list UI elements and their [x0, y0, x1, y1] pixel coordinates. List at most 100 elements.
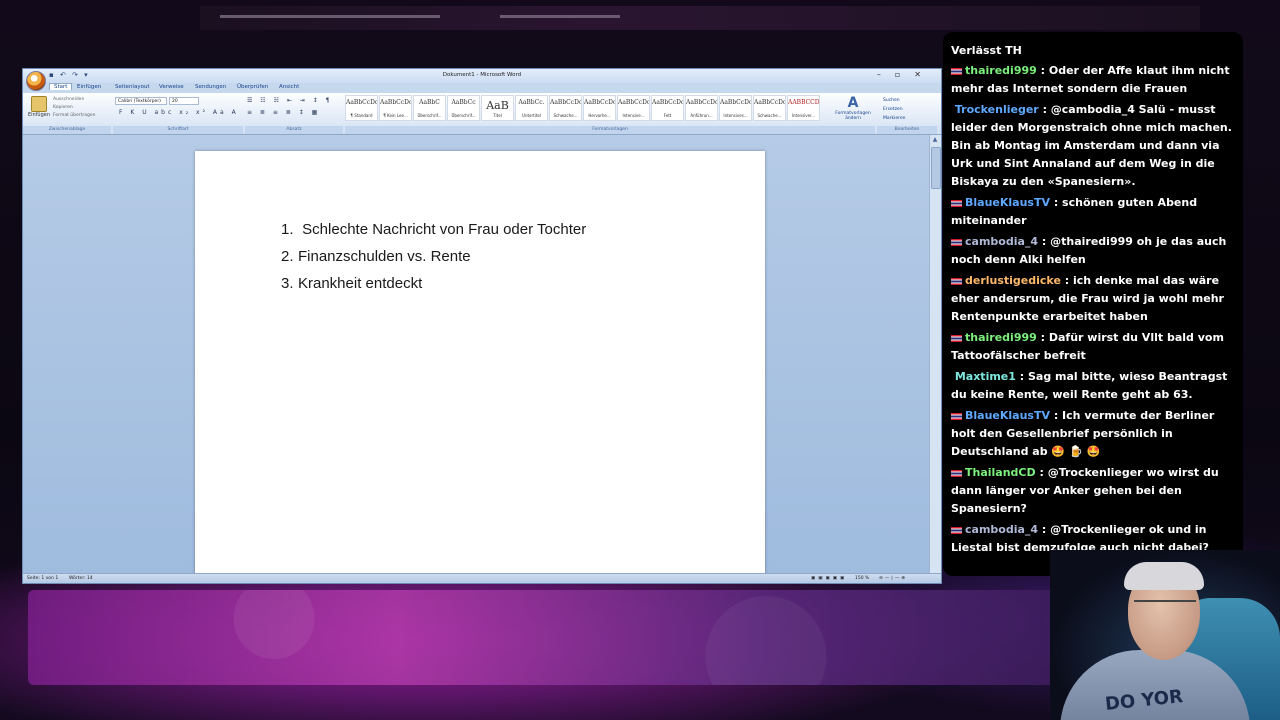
style-name: Überschrif... [451, 113, 476, 118]
tab-ueberpruefen[interactable]: Überprüfen [237, 84, 268, 90]
thai-flag-icon [951, 277, 962, 285]
chat-username[interactable]: BlaueKlausTV [965, 196, 1050, 209]
tab-ansicht[interactable]: Ansicht [279, 84, 299, 90]
chat-username[interactable]: cambodia_4 [965, 235, 1038, 248]
style-tile[interactable]: AaB Titel [481, 95, 514, 121]
chat-message: Maxtime1 : Sag mal bitte, wieso Beantrag… [951, 368, 1235, 404]
zoom-slider[interactable]: ⊖—|—⊕ [879, 574, 907, 583]
thai-flag-icon [951, 412, 962, 420]
zoom-level[interactable]: 150 % [855, 574, 869, 583]
style-name: Überschrif... [417, 113, 442, 118]
vertical-scrollbar[interactable]: ▲ [929, 135, 941, 575]
style-tile[interactable]: AaBbCc Überschrif... [447, 95, 480, 121]
group-label-clipboard: Zwischenablage [23, 126, 111, 134]
paste-button[interactable]: Einfügen [27, 96, 51, 118]
style-name: ¶ Kein Lee... [383, 113, 408, 118]
style-name: Fett [663, 113, 672, 118]
group-label-font: Schriftart [113, 126, 243, 134]
style-tile[interactable]: AaBbCcDc ¶ Standard [345, 95, 378, 121]
style-tile[interactable]: AaBbCcDc Anführun... [685, 95, 718, 121]
thai-flag-icon [951, 469, 962, 477]
change-styles-icon: A [847, 95, 859, 111]
thai-flag-icon [951, 238, 962, 246]
style-tile[interactable]: AaBbCcDc Schwache... [753, 95, 786, 121]
copy-button[interactable]: Kopieren [53, 104, 95, 112]
style-tile[interactable]: AaBbCcDc Hervorhe... [583, 95, 616, 121]
word-counter: Wörter: 14 [69, 576, 93, 581]
window-controls[interactable]: –▫✕ [877, 70, 935, 79]
align-buttons[interactable]: ≡ ≣ ≡ ≣ ↕ ▦ [247, 109, 320, 116]
font-size-select[interactable]: 20 [169, 97, 199, 105]
view-buttons[interactable]: ▣▣▣▣▣ [811, 574, 847, 583]
styles-gallery: AaBbCcDc ¶ Standard AaBbCcDc ¶ Kein Lee... A… [345, 95, 820, 123]
style-tile[interactable]: AaBbCcDc Intensives... [719, 95, 752, 121]
style-sample: AaB [486, 99, 509, 112]
chat-message: derlustigedicke : ich denke mal das wäre… [951, 272, 1235, 326]
tab-verweise[interactable]: Verweise [159, 84, 184, 90]
chat-message: ThailandCD : @Trockenlieger wo wirst du … [951, 464, 1235, 518]
style-sample: AaBbCcDc [584, 99, 615, 106]
chat-username[interactable]: Trockenlieger [955, 103, 1039, 116]
font-name-select[interactable]: Calibri (Textkörper) [115, 97, 167, 105]
ribbon: Einfügen Ausschneiden Kopieren Format üb… [23, 93, 941, 135]
chat-username[interactable]: cambodia_4 [965, 523, 1038, 536]
style-name: Intensiver... [791, 113, 816, 118]
chat-message: BlaueKlausTV : Ich vermute der Berliner … [951, 407, 1235, 461]
style-tile[interactable]: AABBCCDC Intensiver... [787, 95, 820, 121]
group-label-styles: Formatvorlagen [345, 126, 875, 134]
tab-sendungen[interactable]: Sendungen [195, 84, 226, 90]
chat-username[interactable]: BlaueKlausTV [965, 409, 1050, 422]
document-page[interactable]: 1. Schlechte Nachricht von Frau oder Toc… [195, 151, 765, 583]
style-name: Schwache... [757, 113, 782, 118]
replace-button[interactable]: Ersetzen [883, 105, 906, 114]
list-item[interactable]: 1. Schlechte Nachricht von Frau oder Toc… [281, 221, 586, 248]
style-tile[interactable]: AaBbCc. Untertitel [515, 95, 548, 121]
style-sample: AaBbCcDc [550, 99, 581, 106]
list-item[interactable]: 2. Finanzschulden vs. Rente [281, 248, 586, 275]
chat-username[interactable]: Maxtime1 [955, 370, 1016, 383]
office-button[interactable] [26, 71, 46, 91]
chat-username[interactable]: thairedi999 [965, 331, 1037, 344]
scroll-up-icon[interactable]: ▲ [930, 136, 940, 143]
tab-seitenlayout[interactable]: Seitenlayout [115, 84, 150, 90]
style-tile[interactable]: AaBbC Überschrif... [413, 95, 446, 121]
chat-message: thairedi999 : Oder der Affe klaut ihm ni… [951, 62, 1235, 98]
status-bar: Seite: 1 von 1 Wörter: 14 ▣▣▣▣▣ 150 % ⊖—… [23, 573, 941, 583]
streamer-hair [1124, 562, 1204, 590]
title-bar: ▪ ↶ ↷ ▾ Dokument1 - Microsoft Word –▫✕ [23, 69, 941, 83]
style-tile[interactable]: AaBbCcDc Fett [651, 95, 684, 121]
webcam-overlay: DO YOR [1050, 550, 1280, 720]
style-sample: AaBbC [419, 99, 440, 106]
chat-message: thairedi999 : Dafür wirst du Vllt bald v… [951, 329, 1235, 365]
thai-flag-icon [951, 199, 962, 207]
format-painter-button[interactable]: Format übertragen [53, 112, 95, 120]
chat-username[interactable]: ThailandCD [965, 466, 1036, 479]
find-button[interactable]: Suchen [883, 96, 906, 105]
select-button[interactable]: Markieren [883, 114, 906, 123]
glasses [1134, 600, 1196, 614]
thai-flag-icon [951, 526, 962, 534]
blurred-top-bar [200, 6, 1200, 30]
group-label-paragraph: Absatz [245, 126, 343, 134]
style-tile[interactable]: AaBbCcDc ¶ Kein Lee... [379, 95, 412, 121]
style-name: Titel [493, 113, 502, 118]
change-styles-button[interactable]: A Formatvorlagen ändern [833, 95, 873, 121]
chat-message: BlaueKlausTV : schönen guten Abend mitei… [951, 194, 1235, 230]
tab-start[interactable]: Start [49, 83, 73, 90]
chat-header: Verlässt TH [951, 44, 1022, 57]
thai-flag-icon [951, 334, 962, 342]
scroll-thumb[interactable] [931, 147, 941, 189]
chat-username[interactable]: thairedi999 [965, 64, 1037, 77]
list-item[interactable]: 3. Krankheit entdeckt [281, 275, 586, 302]
list-buttons[interactable]: ☰ ☷ ☵ ⇤ ⇥ ↕ ¶ [247, 97, 332, 104]
chat-username[interactable]: derlustigedicke [965, 274, 1061, 287]
style-sample: AaBbCcDc [652, 99, 683, 106]
font-format-buttons[interactable]: F K U abc x₂ x² Aa A [119, 109, 239, 116]
style-tile[interactable]: AaBbCcDc Schwache... [549, 95, 582, 121]
style-sample: AaBbCc. [518, 99, 545, 106]
style-sample: AaBbCcDc [720, 99, 751, 106]
cut-button[interactable]: Ausschneiden [53, 96, 95, 104]
tab-einfuegen[interactable]: Einfügen [77, 84, 101, 90]
style-tile[interactable]: AaBbCcDc Intensive... [617, 95, 650, 121]
style-sample: AABBCCDC [788, 99, 819, 106]
